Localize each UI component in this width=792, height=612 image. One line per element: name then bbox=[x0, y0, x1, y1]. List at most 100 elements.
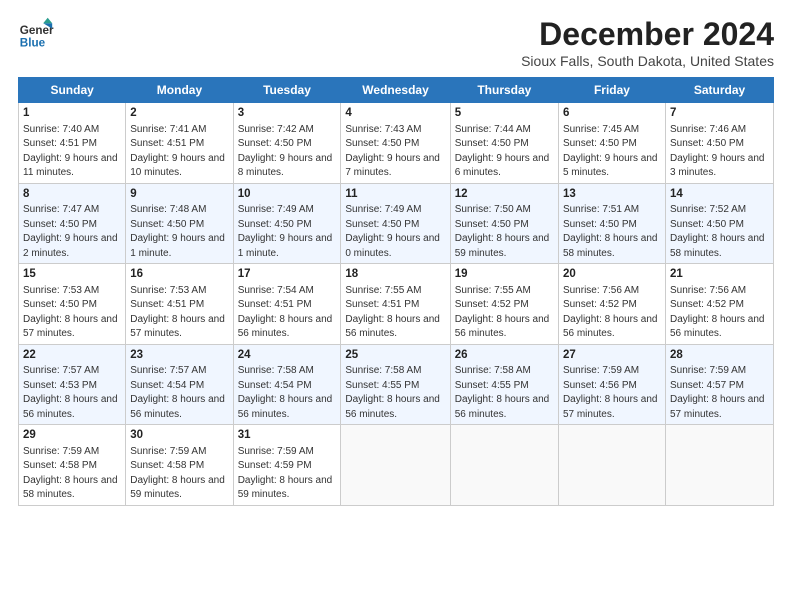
sunrise-text: Sunrise: 7:46 AM bbox=[670, 124, 746, 135]
sunset-text: Sunset: 4:54 PM bbox=[238, 380, 312, 391]
col-friday: Friday bbox=[558, 78, 665, 103]
calendar-cell: 12Sunrise: 7:50 AMSunset: 4:50 PMDayligh… bbox=[450, 183, 558, 264]
calendar-cell: 31Sunrise: 7:59 AMSunset: 4:59 PMDayligh… bbox=[233, 425, 341, 506]
sunrise-text: Sunrise: 7:58 AM bbox=[238, 365, 314, 376]
calendar-cell: 30Sunrise: 7:59 AMSunset: 4:58 PMDayligh… bbox=[126, 425, 233, 506]
daylight-text: Daylight: 8 hours and 56 minutes. bbox=[455, 394, 550, 420]
day-number: 7 bbox=[670, 106, 769, 122]
calendar-cell: 20Sunrise: 7:56 AMSunset: 4:52 PMDayligh… bbox=[558, 264, 665, 345]
sunset-text: Sunset: 4:52 PM bbox=[455, 299, 529, 310]
calendar-table: Sunday Monday Tuesday Wednesday Thursday… bbox=[18, 77, 774, 506]
col-saturday: Saturday bbox=[665, 78, 773, 103]
day-number: 25 bbox=[345, 348, 445, 364]
daylight-text: Daylight: 9 hours and 0 minutes. bbox=[345, 233, 440, 259]
calendar-cell: 7Sunrise: 7:46 AMSunset: 4:50 PMDaylight… bbox=[665, 103, 773, 184]
sunset-text: Sunset: 4:51 PM bbox=[238, 299, 312, 310]
calendar-week-4: 22Sunrise: 7:57 AMSunset: 4:53 PMDayligh… bbox=[19, 344, 774, 425]
sunset-text: Sunset: 4:52 PM bbox=[670, 299, 744, 310]
header-row: Sunday Monday Tuesday Wednesday Thursday… bbox=[19, 78, 774, 103]
calendar-cell: 6 Sunrise: 7:45 AM Sunset: 4:50 PM Daylight… bbox=[558, 103, 665, 184]
sunset-text: Sunset: 4:55 PM bbox=[345, 380, 419, 391]
calendar-cell: 3Sunrise: 7:42 AMSunset: 4:50 PMDaylight… bbox=[233, 103, 341, 184]
daylight-text: Daylight: 8 hours and 58 minutes. bbox=[23, 475, 118, 501]
sunset-text: Sunset: 4:50 PM bbox=[345, 138, 419, 149]
sunrise-text: Sunrise: 7:58 AM bbox=[345, 365, 421, 376]
day-number: 23 bbox=[130, 348, 228, 364]
calendar-cell: 23Sunrise: 7:57 AMSunset: 4:54 PMDayligh… bbox=[126, 344, 233, 425]
main-title: December 2024 bbox=[521, 16, 774, 53]
sunset-text: Sunset: 4:57 PM bbox=[670, 380, 744, 391]
day-number: 27 bbox=[563, 348, 661, 364]
sunset-text: Sunset: 4:50 PM bbox=[563, 219, 637, 230]
calendar-week-2: 8Sunrise: 7:47 AMSunset: 4:50 PMDaylight… bbox=[19, 183, 774, 264]
daylight-text: Daylight: 9 hours and 7 minutes. bbox=[345, 153, 440, 179]
sunrise-text: Sunrise: 7:43 AM bbox=[345, 124, 421, 135]
sunrise-text: Sunrise: 7:44 AM bbox=[455, 124, 531, 135]
daylight-text: Daylight: 8 hours and 56 minutes. bbox=[563, 314, 658, 340]
daylight-text: Daylight: 9 hours and 3 minutes. bbox=[670, 153, 765, 179]
daylight-text: Daylight: 8 hours and 56 minutes. bbox=[345, 314, 440, 340]
sunrise-text: Sunrise: 7:45 AM bbox=[563, 124, 639, 135]
calendar-cell bbox=[450, 425, 558, 506]
daylight-text: Daylight: 8 hours and 56 minutes. bbox=[23, 394, 118, 420]
day-number: 24 bbox=[238, 348, 337, 364]
daylight-text: Daylight: 8 hours and 57 minutes. bbox=[563, 394, 658, 420]
title-area: December 2024 Sioux Falls, South Dakota,… bbox=[521, 16, 774, 69]
sunrise-text: Sunrise: 7:56 AM bbox=[563, 285, 639, 296]
sunrise-text: Sunrise: 7:54 AM bbox=[238, 285, 314, 296]
day-number: 6 bbox=[563, 106, 661, 122]
calendar-week-3: 15Sunrise: 7:53 AMSunset: 4:50 PMDayligh… bbox=[19, 264, 774, 345]
day-number: 26 bbox=[455, 348, 554, 364]
calendar-cell: 17Sunrise: 7:54 AMSunset: 4:51 PMDayligh… bbox=[233, 264, 341, 345]
col-monday: Monday bbox=[126, 78, 233, 103]
daylight-text: Daylight: 8 hours and 57 minutes. bbox=[670, 394, 765, 420]
svg-text:Blue: Blue bbox=[20, 37, 46, 50]
sunrise-text: Sunrise: 7:49 AM bbox=[238, 204, 314, 215]
day-number: 4 bbox=[345, 106, 445, 122]
calendar-cell: 11Sunrise: 7:49 AMSunset: 4:50 PMDayligh… bbox=[341, 183, 450, 264]
day-number: 11 bbox=[345, 187, 445, 203]
col-sunday: Sunday bbox=[19, 78, 126, 103]
calendar-cell: 5Sunrise: 7:44 AMSunset: 4:50 PMDaylight… bbox=[450, 103, 558, 184]
day-number: 21 bbox=[670, 267, 769, 283]
day-number: 31 bbox=[238, 428, 337, 444]
day-number: 1 bbox=[23, 106, 121, 122]
day-number: 30 bbox=[130, 428, 228, 444]
sunset-text: Sunset: 4:58 PM bbox=[23, 460, 97, 471]
sunset-text: Sunset: 4:50 PM bbox=[455, 138, 529, 149]
sunset-text: Sunset: 4:51 PM bbox=[130, 138, 204, 149]
day-number: 14 bbox=[670, 187, 769, 203]
calendar-cell: 10Sunrise: 7:49 AM Sunset: 4:50 PM Dayligh… bbox=[233, 183, 341, 264]
sunrise-text: Sunrise: 7:53 AM bbox=[23, 285, 99, 296]
sunrise-text: Sunrise: 7:55 AM bbox=[455, 285, 531, 296]
daylight-text: Daylight: 8 hours and 58 minutes. bbox=[563, 233, 658, 259]
daylight-text: Daylight: 8 hours and 59 minutes. bbox=[455, 233, 550, 259]
sunrise-text: Sunrise: 7:59 AM bbox=[23, 446, 99, 457]
sunrise-text: Sunrise: 7:53 AM bbox=[130, 285, 206, 296]
calendar-cell bbox=[558, 425, 665, 506]
daylight-text: Daylight: 9 hours and 6 minutes. bbox=[455, 153, 550, 179]
sunset-text: Sunset: 4:50 PM bbox=[238, 219, 312, 230]
day-number: 3 bbox=[238, 106, 337, 122]
calendar-cell: 13Sunrise: 7:51 AMSunset: 4:50 PMDayligh… bbox=[558, 183, 665, 264]
day-number: 16 bbox=[130, 267, 228, 283]
daylight-text: Daylight: 8 hours and 57 minutes. bbox=[23, 314, 118, 340]
daylight-text: Daylight: 9 hours and 1 minute. bbox=[238, 233, 333, 259]
sunrise-text: Sunrise: 7:48 AM bbox=[130, 204, 206, 215]
page: General Blue December 2024 Sioux Falls, … bbox=[0, 0, 792, 516]
sunrise-text: Sunrise: 7:57 AM bbox=[23, 365, 99, 376]
day-number: 8 bbox=[23, 187, 121, 203]
daylight-text: Daylight: 9 hours and 5 minutes. bbox=[563, 153, 658, 179]
day-number: 10 bbox=[238, 187, 337, 203]
sunset-text: Sunset: 4:51 PM bbox=[130, 299, 204, 310]
daylight-text: Daylight: 8 hours and 58 minutes. bbox=[670, 233, 765, 259]
calendar-cell: 1Sunrise: 7:40 AMSunset: 4:51 PMDaylight… bbox=[19, 103, 126, 184]
sunset-text: Sunset: 4:50 PM bbox=[563, 138, 637, 149]
daylight-text: Daylight: 9 hours and 8 minutes. bbox=[238, 153, 333, 179]
daylight-text: Daylight: 8 hours and 56 minutes. bbox=[455, 314, 550, 340]
sunrise-text: Sunrise: 7:41 AM bbox=[130, 124, 206, 135]
sunrise-text: Sunrise: 7:58 AM bbox=[455, 365, 531, 376]
calendar-cell: 28Sunrise: 7:59 AMSunset: 4:57 PMDayligh… bbox=[665, 344, 773, 425]
sunset-text: Sunset: 4:50 PM bbox=[238, 138, 312, 149]
sunrise-text: Sunrise: 7:49 AM bbox=[345, 204, 421, 215]
